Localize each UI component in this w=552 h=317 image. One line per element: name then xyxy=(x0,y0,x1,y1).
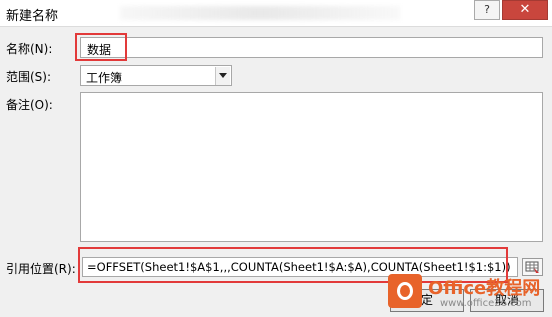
watermark-site: www.office26.com xyxy=(440,298,532,309)
office-logo-icon xyxy=(388,274,422,308)
watermark-name: Office教程网 xyxy=(428,278,541,299)
scope-select[interactable]: 工作簿 xyxy=(80,65,232,86)
close-button[interactable]: ✕ xyxy=(502,0,548,20)
name-label: 名称(N): xyxy=(6,42,53,56)
scope-label: 范围(S): xyxy=(6,70,52,84)
watermark: Office教程网 www.office26.com xyxy=(386,270,552,317)
blurred-title-area xyxy=(120,6,400,20)
dialog-title: 新建名称 xyxy=(6,9,59,24)
comment-label: 备注(O): xyxy=(6,98,53,112)
help-button[interactable]: ? xyxy=(474,0,500,20)
ref-label: 引用位置(R): xyxy=(6,262,76,276)
name-input[interactable]: 数据 xyxy=(80,37,543,58)
comment-textarea[interactable] xyxy=(80,92,543,242)
name-input-value: 数据 xyxy=(87,43,112,57)
title-bar: 新建名称 ? ✕ xyxy=(0,0,552,27)
scope-dropdown-button[interactable] xyxy=(215,67,230,85)
scope-select-value: 工作簿 xyxy=(86,71,123,85)
chevron-down-icon xyxy=(219,73,227,78)
